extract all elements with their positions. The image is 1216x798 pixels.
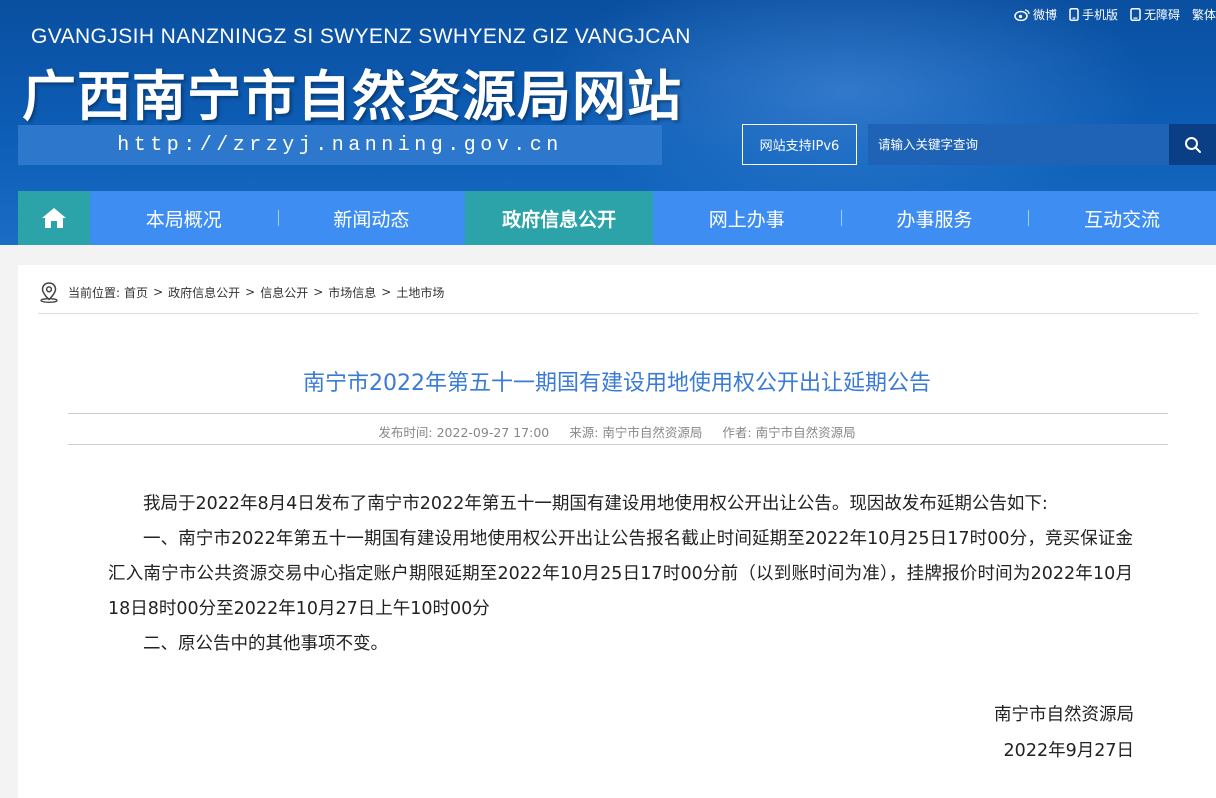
breadcrumb-info-disclosure[interactable]: 信息公开 <box>260 284 308 301</box>
nav-item-label: 网上办事 <box>708 208 785 231</box>
breadcrumb-separator: > <box>313 285 324 299</box>
mobile-label: 手机版 <box>1081 7 1118 22</box>
mobile-icon <box>1069 7 1079 21</box>
breadcrumb-land-market[interactable]: 土地市场 <box>396 284 444 301</box>
roman-site-title: GVANGJSIH NANZNINGZ SI SWYENZ SWHYENZ GI… <box>31 25 691 48</box>
article-title: 南宁市2022年第五十一期国有建设用地使用权公开出让延期公告 <box>303 371 931 396</box>
ipv6-badge: 网站支持IPv6 <box>742 124 857 165</box>
search-input[interactable] <box>868 124 1169 165</box>
nav-item-label: 互动交流 <box>1084 208 1161 231</box>
accessibility-label: 无障碍 <box>1143 7 1180 22</box>
signature-org: 南宁市自然资源局 <box>994 705 1134 725</box>
site-url: http://zrzyj.nanning.gov.cn <box>18 125 662 165</box>
home-icon <box>41 206 67 230</box>
meta-divider-bottom <box>68 444 1168 445</box>
nav-item-label: 办事服务 <box>896 208 973 231</box>
breadcrumb-gov-info[interactable]: 政府信息公开 <box>168 284 240 301</box>
content-panel: 当前位置: 首页 > 政府信息公开 > 信息公开 > 市场信息 > 土地市场 南… <box>18 265 1216 798</box>
nav-item-overview[interactable]: 本局概况 <box>90 191 278 245</box>
search-button[interactable] <box>1169 124 1216 165</box>
nav-item-news[interactable]: 新闻动态 <box>277 191 466 245</box>
article-source: 来源: 南宁市自然资源局 <box>569 425 703 440</box>
breadcrumb-divider <box>38 313 1198 314</box>
weibo-label: 微博 <box>1032 7 1057 22</box>
search-icon <box>1184 136 1202 154</box>
accessibility-link[interactable]: 无障碍 <box>1130 6 1180 23</box>
nav-home[interactable] <box>18 191 90 245</box>
article-paragraph: 我局于2022年8月4日发布了南宁市2022年第五十一期国有建设用地使用权公开出… <box>143 494 1048 514</box>
nav-item-label: 新闻动态 <box>333 208 410 231</box>
nav-item-services[interactable]: 办事服务 <box>840 191 1029 245</box>
breadcrumb-market-info[interactable]: 市场信息 <box>328 284 376 301</box>
main-nav: 本局概况 新闻动态 政府信息公开 网上办事 办事服务 互动交流 <box>18 191 1216 245</box>
top-links: 微博 手机版 无障碍 繁体 <box>1002 4 1216 24</box>
site-title: 广西南宁市自然资源局网站 <box>22 65 682 128</box>
nav-separator <box>840 210 842 226</box>
breadcrumb: 当前位置: 首页 > 政府信息公开 > 信息公开 > 市场信息 > 土地市场 <box>38 280 444 304</box>
signature-date: 2022年9月27日 <box>1003 741 1134 761</box>
location-pin-icon <box>38 281 60 303</box>
nav-item-gov-info[interactable]: 政府信息公开 <box>465 191 653 245</box>
meta-divider-top <box>68 413 1168 414</box>
nav-item-label: 本局概况 <box>145 208 222 231</box>
breadcrumb-home[interactable]: 首页 <box>124 284 148 301</box>
traditional-chinese-label: 繁体 <box>1191 7 1216 22</box>
nav-item-label: 政府信息公开 <box>502 208 617 231</box>
article-author: 作者: 南宁市自然资源局 <box>722 425 856 440</box>
article-paragraph: 二、原公告中的其他事项不变。 <box>143 634 388 654</box>
nav-separator <box>1028 210 1030 226</box>
nav-item-online-services[interactable]: 网上办事 <box>653 191 841 245</box>
article-paragraph: 一、南宁市2022年第五十一期国有建设用地使用权公开出让公告报名截止时间延期至2… <box>108 529 1133 619</box>
breadcrumb-separator: > <box>381 285 392 299</box>
traditional-chinese-link[interactable]: 繁体 <box>1192 6 1216 23</box>
accessibility-icon <box>1130 7 1141 21</box>
nav-item-interaction[interactable]: 互动交流 <box>1028 191 1216 245</box>
nav-separator <box>277 210 279 226</box>
mobile-link[interactable]: 手机版 <box>1069 6 1118 23</box>
breadcrumb-separator: > <box>245 285 256 299</box>
article-meta: 发布时间: 2022-09-27 17:00 来源: 南宁市自然资源局 作者: … <box>18 422 1216 441</box>
breadcrumb-prefix: 当前位置: <box>68 285 121 300</box>
breadcrumb-separator: > <box>153 285 164 299</box>
weibo-link[interactable]: 微博 <box>1014 6 1057 23</box>
article-body: 我局于2022年8月4日发布了南宁市2022年第五十一期国有建设用地使用权公开出… <box>108 487 1133 662</box>
publish-time: 发布时间: 2022-09-27 17:00 <box>378 425 550 440</box>
weibo-icon <box>1014 8 1030 21</box>
